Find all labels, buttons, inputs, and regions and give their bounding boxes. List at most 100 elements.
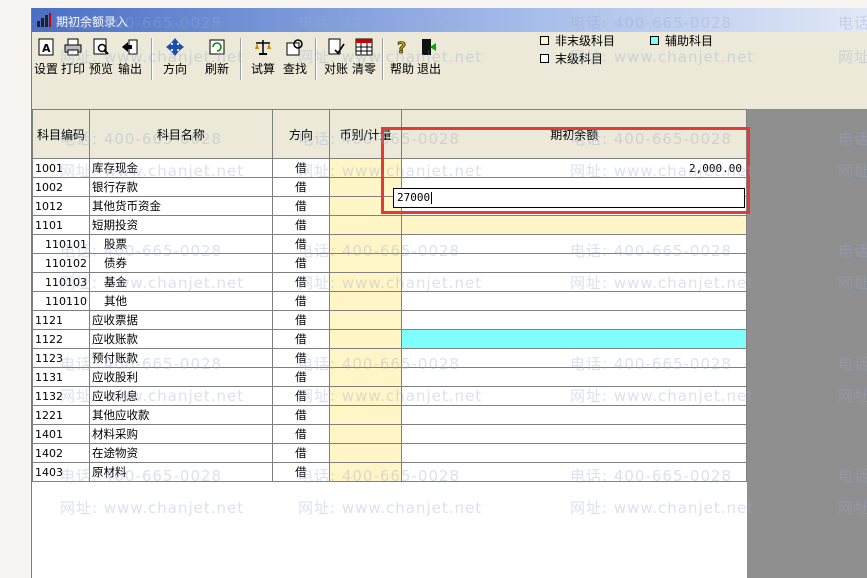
cell-direction[interactable]: 借 <box>271 405 330 425</box>
cell-code[interactable]: 1131 <box>32 367 90 387</box>
cell-direction[interactable]: 借 <box>271 234 330 254</box>
cell-currency[interactable] <box>328 424 403 444</box>
cell-name[interactable]: 应收账款 <box>89 329 273 349</box>
cell-direction[interactable]: 借 <box>271 310 330 330</box>
preview-button[interactable]: 预览 <box>89 36 113 86</box>
table-row[interactable]: 110102 债券借 <box>32 253 747 273</box>
trial-balance-button[interactable]: 试算 <box>251 36 275 86</box>
cell-direction[interactable]: 借 <box>271 196 330 216</box>
cell-direction[interactable]: 借 <box>271 215 330 235</box>
cell-code[interactable]: 1001 <box>32 158 90 178</box>
print-button[interactable]: 打印 <box>61 36 85 86</box>
cell-code[interactable]: 110102 <box>32 253 90 273</box>
table-row[interactable]: 110101 股票借 <box>32 234 747 254</box>
cell-currency[interactable] <box>328 215 403 235</box>
table-row[interactable]: 1221 其他应收款借 <box>32 405 747 425</box>
cell-direction[interactable]: 借 <box>271 367 330 387</box>
table-row[interactable]: 1121 应收票据借 <box>32 310 747 330</box>
cell-direction[interactable]: 借 <box>271 348 330 368</box>
cell-name[interactable]: 债券 <box>89 253 273 273</box>
cell-balance[interactable] <box>401 310 747 330</box>
direction-button[interactable]: 方向 <box>163 36 187 86</box>
cell-direction[interactable]: 借 <box>271 158 330 178</box>
cell-name[interactable]: 库存现金 <box>89 158 273 178</box>
cell-balance[interactable] <box>401 348 747 368</box>
cell-currency[interactable] <box>328 253 403 273</box>
cell-balance[interactable] <box>401 462 747 482</box>
cell-direction[interactable]: 借 <box>271 329 330 349</box>
reconcile-button[interactable]: 对账 <box>324 36 348 86</box>
cell-code[interactable]: 1121 <box>32 310 90 330</box>
exit-button[interactable]: 退出 <box>417 36 441 86</box>
help-button[interactable]: ? 帮助 <box>390 36 414 86</box>
col-header-direction[interactable]: 方向 <box>271 109 330 159</box>
cell-currency[interactable] <box>328 348 403 368</box>
export-button[interactable]: 输出 <box>118 36 142 86</box>
cell-direction[interactable]: 借 <box>271 386 330 406</box>
table-row[interactable]: 110110 其他借 <box>32 291 747 311</box>
table-row[interactable]: 1402 在途物资借 <box>32 443 747 463</box>
cell-direction[interactable]: 借 <box>271 177 330 197</box>
cell-name[interactable]: 在途物资 <box>89 443 273 463</box>
col-header-code[interactable]: 科目编码 <box>32 109 90 159</box>
cell-code[interactable]: 110103 <box>32 272 90 292</box>
table-row[interactable]: 1101 短期投资借 <box>32 215 747 235</box>
cell-direction[interactable]: 借 <box>271 424 330 444</box>
cell-direction[interactable]: 借 <box>271 462 330 482</box>
cell-code[interactable]: 1123 <box>32 348 90 368</box>
cell-code[interactable]: 1132 <box>32 386 90 406</box>
cell-code[interactable]: 110101 <box>32 234 90 254</box>
cell-currency[interactable] <box>328 272 403 292</box>
cell-code[interactable]: 1012 <box>32 196 90 216</box>
cell-name[interactable]: 应收股利 <box>89 367 273 387</box>
col-header-name[interactable]: 科目名称 <box>89 109 273 159</box>
cell-code[interactable]: 1402 <box>32 443 90 463</box>
settings-button[interactable]: A 设置 <box>34 36 58 86</box>
cell-direction[interactable]: 借 <box>271 443 330 463</box>
cell-currency[interactable] <box>328 386 403 406</box>
cell-name[interactable]: 其他货币资金 <box>89 196 273 216</box>
cell-balance[interactable] <box>401 329 747 349</box>
table-row[interactable]: 1123 预付账款借 <box>32 348 747 368</box>
cell-direction[interactable]: 借 <box>271 272 330 292</box>
cell-currency[interactable] <box>328 367 403 387</box>
cell-balance[interactable] <box>401 424 747 444</box>
cell-name[interactable]: 应收利息 <box>89 386 273 406</box>
cell-balance[interactable] <box>401 443 747 463</box>
cell-code[interactable]: 1122 <box>32 329 90 349</box>
cell-balance[interactable] <box>401 253 747 273</box>
cell-code[interactable]: 110110 <box>32 291 90 311</box>
cell-name[interactable]: 其他应收款 <box>89 405 273 425</box>
cell-balance[interactable] <box>401 291 747 311</box>
clear-button[interactable]: 清零 <box>352 36 376 86</box>
cell-name[interactable]: 基金 <box>89 272 273 292</box>
table-row[interactable]: 1132 应收利息借 <box>32 386 747 406</box>
table-row[interactable]: 1403 原材料借 <box>32 462 747 482</box>
cell-code[interactable]: 1221 <box>32 405 90 425</box>
cell-direction[interactable]: 借 <box>271 253 330 273</box>
cell-name[interactable]: 短期投资 <box>89 215 273 235</box>
cell-currency[interactable] <box>328 291 403 311</box>
cell-balance[interactable] <box>401 234 747 254</box>
cell-name[interactable]: 股票 <box>89 234 273 254</box>
cell-balance[interactable] <box>401 367 747 387</box>
cell-currency[interactable] <box>328 443 403 463</box>
find-button[interactable]: 查找 <box>283 36 307 86</box>
cell-currency[interactable] <box>328 234 403 254</box>
cell-code[interactable]: 1101 <box>32 215 90 235</box>
cell-name[interactable]: 应收票据 <box>89 310 273 330</box>
cell-balance[interactable] <box>401 386 747 406</box>
refresh-button[interactable]: 刷新 <box>205 36 229 86</box>
table-row[interactable]: 1131 应收股利借 <box>32 367 747 387</box>
cell-balance[interactable] <box>401 405 747 425</box>
table-row[interactable]: 1401 材料采购借 <box>32 424 747 444</box>
table-row[interactable]: 110103 基金借 <box>32 272 747 292</box>
table-row[interactable]: 1122 应收账款借 <box>32 329 747 349</box>
cell-name[interactable]: 银行存款 <box>89 177 273 197</box>
cell-name[interactable]: 预付账款 <box>89 348 273 368</box>
cell-balance[interactable] <box>401 215 747 235</box>
cell-name[interactable]: 材料采购 <box>89 424 273 444</box>
cell-code[interactable]: 1401 <box>32 424 90 444</box>
cell-name[interactable]: 其他 <box>89 291 273 311</box>
cell-currency[interactable] <box>328 310 403 330</box>
